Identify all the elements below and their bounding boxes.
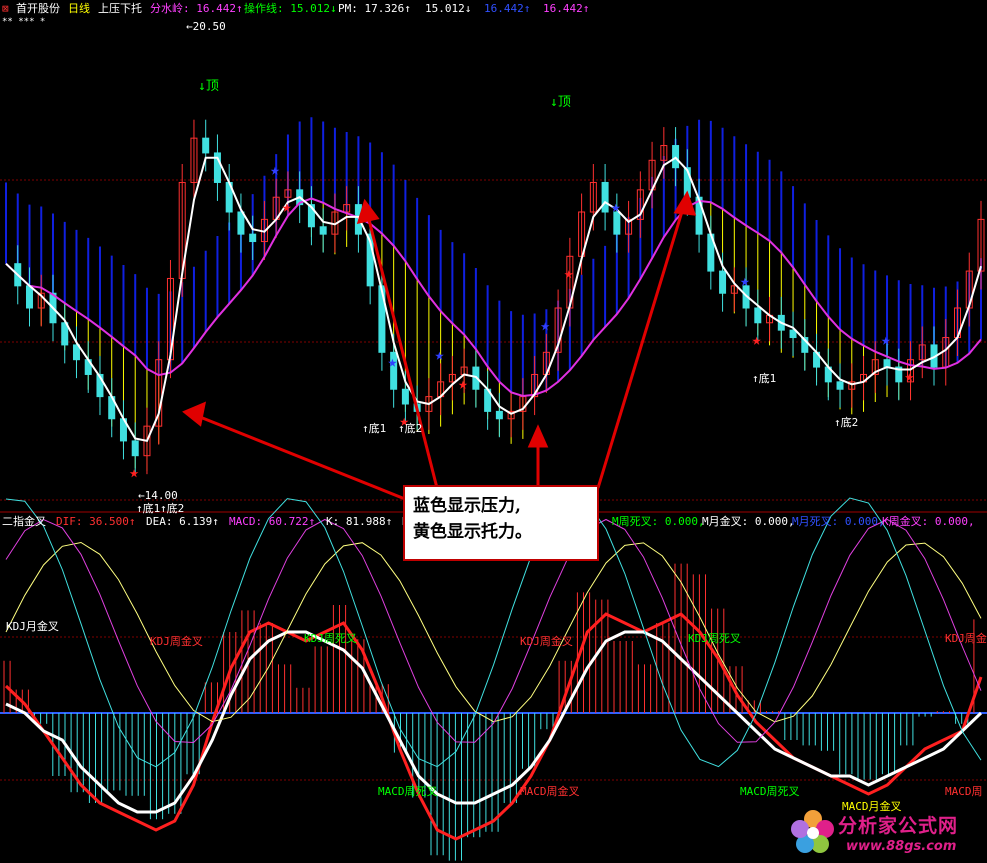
indicator-readout-2: MACD: 60.722↑	[229, 515, 315, 528]
stock-chart: ★★★★★★★★★★★★ ★★ ⊠ 首开股份 日线 上压下托 分水岭: 16.44…	[0, 1, 987, 861]
candle-body	[401, 388, 409, 405]
app-logo-icon: ⊠	[2, 2, 9, 15]
header-readout-4: 16.442↑	[484, 2, 530, 15]
signal-label-8: MACD周死叉	[740, 785, 800, 798]
callout-line-1: 蓝色显示压力,	[413, 496, 521, 516]
candle-body	[719, 270, 727, 294]
header-readout-2: PM: 17.326↑	[338, 2, 411, 15]
signal-label-10: MACD周	[945, 785, 983, 798]
candle-body	[495, 410, 503, 420]
top-label-1: ↓顶	[198, 79, 219, 94]
star-icon: ★	[564, 263, 574, 282]
star-icon: ★	[129, 463, 139, 482]
candle-body	[319, 226, 327, 235]
bottom-label-4: ↑底2	[834, 415, 858, 429]
candle-body	[672, 145, 680, 169]
star-icon: ★	[458, 374, 468, 393]
candle-body	[131, 440, 139, 457]
high-price-label: ←20.50	[186, 20, 226, 33]
candle-body	[883, 359, 891, 368]
indicator-readout-7: M月死叉: 0.000,	[792, 515, 885, 528]
price-lines	[5, 156, 982, 443]
header-marks: ** *** *	[2, 17, 45, 27]
bottom-label-5: ↑底1	[136, 501, 160, 515]
candle-body	[836, 381, 844, 390]
indicator-readout-6: M月金叉: 0.000,	[702, 514, 795, 528]
indicator-readout-0: DIF: 36.500↑	[56, 515, 135, 528]
low-price-label: ←14.00	[138, 489, 178, 502]
star-icon: ★	[881, 330, 891, 349]
watermark-brand: 分析家公式网	[838, 815, 959, 837]
signal-label-7: MACD周金叉	[520, 784, 580, 798]
signal-label-6: MACD周死叉	[378, 785, 438, 798]
watermark-url: www.88gs.com	[846, 839, 957, 854]
watermark-logo: 分析家公式网 www.88gs.com	[786, 803, 986, 861]
star-icon: ★	[282, 197, 292, 216]
callout-line-2: 黄色显示托力。	[413, 522, 532, 542]
bottom-label-3: ↑底1	[752, 371, 776, 385]
signal-label-2: KDJ周死叉	[304, 632, 357, 645]
star-icon: ★	[435, 345, 445, 364]
chart-grid	[0, 179, 987, 781]
candle-body	[202, 137, 210, 154]
indicator-name: 上压下托	[98, 1, 142, 15]
candle-body	[754, 307, 762, 324]
header-readout-0: 分水岭: 16.442↑	[150, 1, 243, 15]
indicator-readout-1: DEA: 6.139↑	[146, 515, 219, 528]
star-icon: ★	[388, 352, 398, 371]
candle-body	[25, 285, 33, 309]
bottom-label-6: ↑底2	[160, 501, 184, 515]
indicator-readout-5: M周死叉: 0.000,	[612, 515, 705, 528]
candle-body	[601, 181, 609, 213]
star-icon: ★	[752, 330, 762, 349]
header-readouts: 分水岭: 16.442↑ 操作线: 15.012↓ PM: 17.326↑ 15.01…	[150, 1, 589, 15]
indicator-panel-name: 二指金叉	[2, 514, 46, 528]
candle-body	[249, 233, 257, 243]
indicator-readout-8: K周金叉: 0.000,	[882, 514, 975, 528]
bottom-label-2: ↑底2	[398, 421, 422, 435]
signal-label-3: KDJ周金叉	[520, 634, 573, 648]
white-average-line	[5, 156, 982, 443]
indicator-readout-3: K: 81.988↑	[326, 515, 392, 528]
header-readout-5: 16.442↑	[543, 2, 589, 15]
signal-label-1: KDJ周金叉	[150, 634, 203, 648]
candle-body	[237, 211, 245, 235]
star-icon: ★	[611, 197, 621, 216]
magenta-average-line	[5, 197, 982, 398]
stock-name: 首开股份	[16, 1, 60, 15]
star-icon: ★	[740, 271, 750, 290]
signal-label-4: KDJ周死叉	[688, 632, 741, 645]
chart-period: 日线	[68, 1, 90, 15]
kdj-line-0	[5, 541, 982, 723]
annotation-callout: 蓝色显示压力, 黄色显示托力。	[403, 485, 599, 561]
signal-label-5: KDJ周金	[945, 631, 987, 645]
star-icon: ★	[540, 315, 550, 334]
star-icon: ★	[270, 160, 280, 179]
header-readout-1: 操作线: 15.012↓	[244, 1, 337, 15]
header-readout-3: 15.012↓	[425, 2, 471, 15]
top-label-2: ↓顶	[550, 95, 571, 110]
star-icon: ★	[905, 367, 915, 386]
flower-icon	[791, 810, 834, 853]
signal-label-0: KDJ月金叉	[6, 619, 59, 633]
bottom-label-1: ↑底1	[362, 421, 386, 435]
